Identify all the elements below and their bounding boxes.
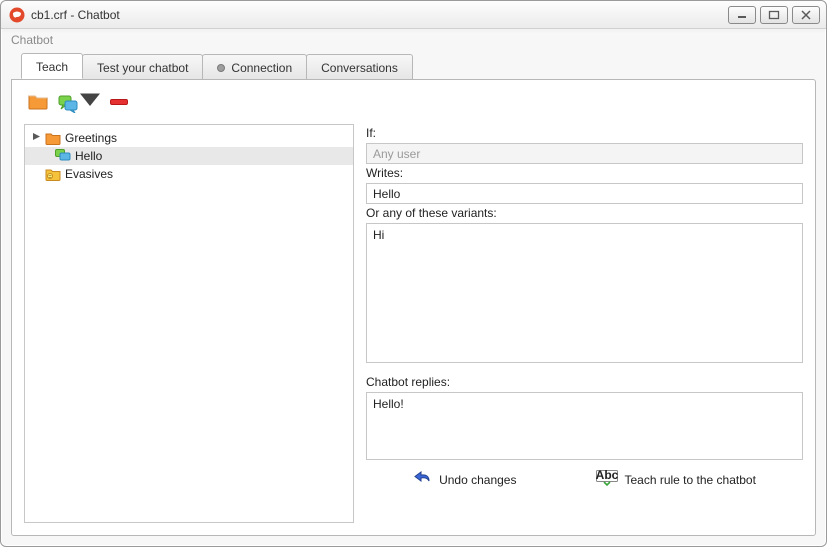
- rule-form: If: Writes: Or any of these variants: Ch…: [366, 124, 803, 523]
- undo-icon: [413, 470, 433, 489]
- titlebar: cb1.crf - Chatbot: [1, 1, 826, 29]
- window-title: cb1.crf - Chatbot: [31, 8, 120, 22]
- collapse-icon[interactable]: [31, 132, 41, 144]
- tree-item-label: Evasives: [65, 167, 113, 181]
- window-controls: [728, 6, 820, 24]
- new-rule-button[interactable]: [58, 92, 100, 113]
- menu-chatbot[interactable]: Chatbot: [11, 33, 53, 47]
- app-window: cb1.crf - Chatbot Chatbot Teach Test you…: [0, 0, 827, 547]
- svg-text:Abc: Abc: [596, 470, 618, 482]
- panel-content: Greetings Hello: [24, 124, 803, 523]
- tab-teach[interactable]: Teach: [21, 53, 83, 79]
- teach-label: Teach rule to the chatbot: [624, 473, 755, 487]
- tab-label: Conversations: [321, 61, 398, 75]
- tree-item-hello[interactable]: Hello: [25, 147, 353, 165]
- undo-label: Undo changes: [439, 473, 516, 487]
- tab-test[interactable]: Test your chatbot: [82, 54, 203, 80]
- undo-button[interactable]: Undo changes: [413, 470, 516, 489]
- status-dot-icon: [217, 64, 225, 72]
- new-folder-button[interactable]: [28, 92, 48, 113]
- replies-textarea[interactable]: [366, 392, 803, 460]
- panel-toolbar: [24, 90, 803, 114]
- client-area: Teach Test your chatbot Connection Conve…: [11, 53, 816, 536]
- menubar: Chatbot: [1, 29, 826, 51]
- writes-field[interactable]: [366, 183, 803, 204]
- if-label: If:: [366, 126, 803, 140]
- delete-button[interactable]: [110, 99, 128, 105]
- close-button[interactable]: [792, 6, 820, 24]
- tree-item-label: Greetings: [65, 131, 117, 145]
- folder-special-icon: [45, 167, 61, 181]
- dropdown-caret-icon: [80, 92, 100, 113]
- replies-label: Chatbot replies:: [366, 375, 803, 389]
- tree-view[interactable]: Greetings Hello: [24, 124, 354, 523]
- if-field[interactable]: [366, 143, 803, 164]
- tab-label: Teach: [36, 60, 68, 74]
- form-actions: Undo changes Abc Teach rule to the chatb: [366, 470, 803, 489]
- tree-item-greetings[interactable]: Greetings: [25, 129, 353, 147]
- spacer: [366, 363, 803, 373]
- variants-textarea[interactable]: [366, 223, 803, 363]
- tab-conversations[interactable]: Conversations: [306, 54, 413, 80]
- tabstrip: Teach Test your chatbot Connection Conve…: [21, 53, 816, 79]
- tree-item-label: Hello: [75, 149, 102, 163]
- minimize-button[interactable]: [728, 6, 756, 24]
- teach-panel: Greetings Hello: [11, 79, 816, 536]
- app-icon: [9, 7, 25, 23]
- folder-icon: [45, 131, 61, 145]
- teach-button[interactable]: Abc Teach rule to the chatbot: [596, 470, 755, 489]
- tab-label: Connection: [231, 61, 292, 75]
- chat-icon: [55, 149, 71, 163]
- variants-label: Or any of these variants:: [366, 206, 803, 220]
- writes-label: Writes:: [366, 166, 803, 180]
- tree-item-evasives[interactable]: Evasives: [25, 165, 353, 183]
- maximize-button[interactable]: [760, 6, 788, 24]
- abc-icon: Abc: [596, 470, 618, 489]
- tab-label: Test your chatbot: [97, 61, 188, 75]
- tab-connection[interactable]: Connection: [202, 54, 307, 80]
